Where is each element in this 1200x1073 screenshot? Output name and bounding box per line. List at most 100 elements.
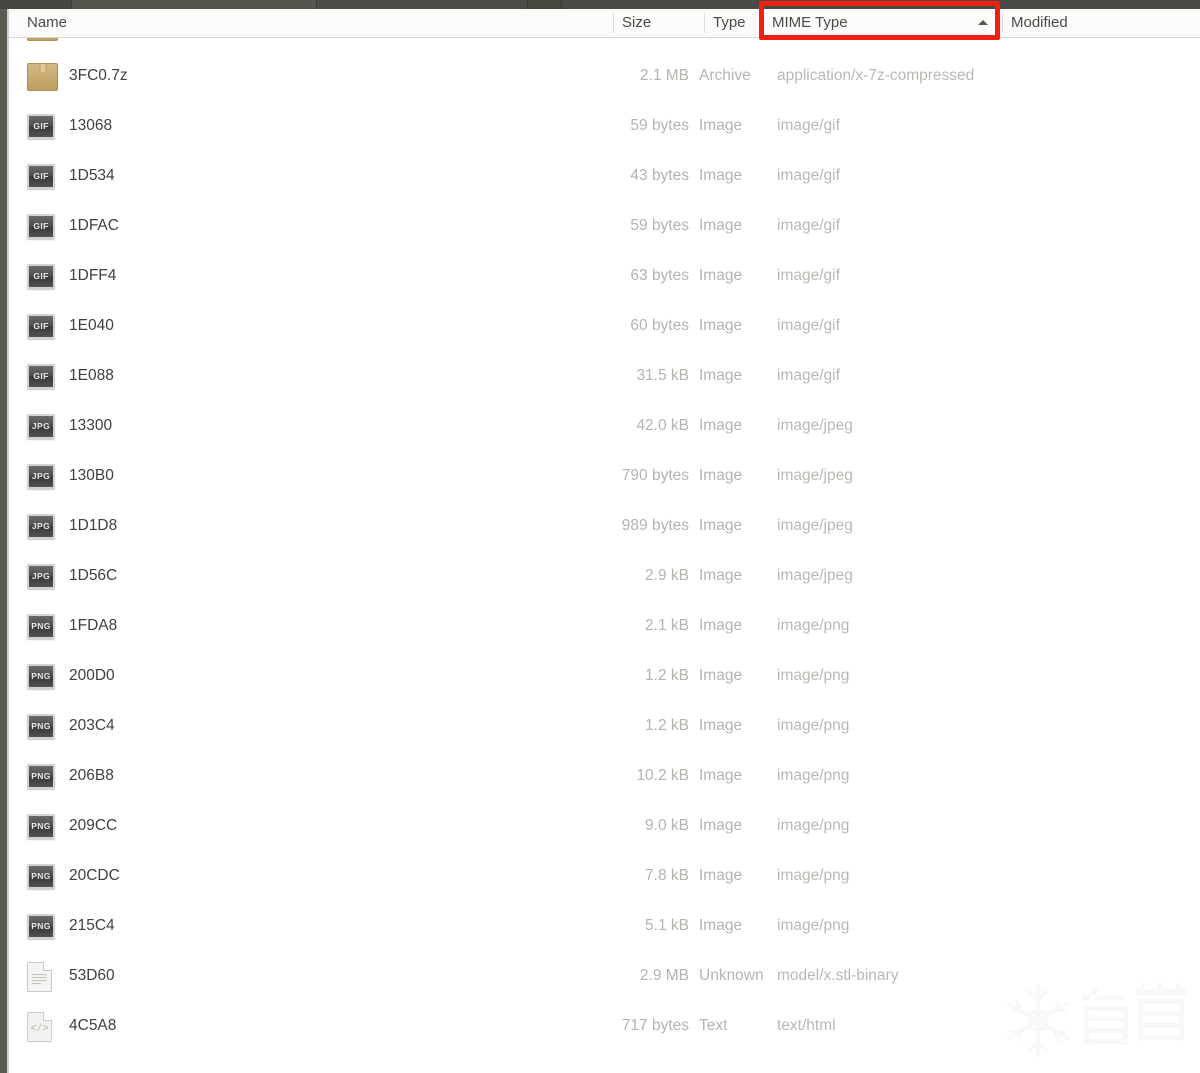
- file-row[interactable]: PNG 1FDA8 2.1 kB Image image/png: [9, 601, 1200, 651]
- file-size-cell: 717 bytes: [621, 1017, 689, 1034]
- file-mime-type-cell: image/png: [777, 717, 850, 734]
- file-type-cell: Image: [699, 367, 743, 384]
- file-name-cell: 209CC: [69, 817, 118, 834]
- chrome-segment: [317, 0, 528, 9]
- file-row[interactable]: GIF 1DFF4 63 bytes Image image/gif: [9, 251, 1200, 301]
- column-header-modified-label: Modified: [1011, 14, 1068, 31]
- file-row[interactable]: PNG 206B8 10.2 kB Image image/png: [9, 751, 1200, 801]
- file-mime-type-cell: image/png: [777, 767, 850, 784]
- file-row[interactable]: JPG 13300 42.0 kB Image image/jpeg: [9, 401, 1200, 451]
- file-list[interactable]: 2B2BC.7z1.9 MB Archive application/x-7z-co…: [9, 38, 1200, 1073]
- file-size-cell: 60 bytes: [630, 317, 689, 334]
- column-header-mime-type-label: MIME Type: [772, 14, 848, 31]
- file-name-cell: 206B8: [69, 767, 114, 784]
- file-size-cell: 2.9 kB: [645, 567, 689, 584]
- file-name-cell: 20CDC: [69, 867, 120, 884]
- file-mime-type-cell: model/x.stl-binary: [777, 967, 899, 984]
- column-header-type-label: Type: [713, 14, 746, 31]
- file-row[interactable]: </> 4C5A8 717 bytes Text text/html: [9, 1001, 1200, 1051]
- file-mime-type-cell: image/png: [777, 667, 850, 684]
- chrome-segment: [528, 0, 562, 9]
- file-size-cell: 2.1 kB: [645, 617, 689, 634]
- file-row[interactable]: 2B2BC.7z1.9 MB Archive application/x-7z-co…: [9, 38, 1200, 51]
- file-size-cell: 1.2 kB: [645, 667, 689, 684]
- file-row[interactable]: JPG 1D1D8 989 bytes Image image/jpeg: [9, 501, 1200, 551]
- file-row[interactable]: JPG 130B0 790 bytes Image image/jpeg: [9, 451, 1200, 501]
- column-header-name[interactable]: Name: [18, 9, 613, 37]
- file-mime-type-cell: image/gif: [777, 367, 840, 384]
- file-row[interactable]: PNG 209CC 9.0 kB Image image/png: [9, 801, 1200, 851]
- file-mime-type-cell: image/jpeg: [777, 517, 853, 534]
- file-row[interactable]: GIF 1D534 43 bytes Image image/gif: [9, 151, 1200, 201]
- file-type-cell: Unknown: [699, 967, 764, 984]
- file-type-cell: Image: [699, 217, 743, 234]
- file-row[interactable]: 53D60 2.9 MB Unknown model/x.stl-binary: [9, 951, 1200, 1001]
- file-mime-type-cell: image/jpeg: [777, 467, 853, 484]
- file-mime-type-cell: image/gif: [777, 317, 840, 334]
- file-name-cell: 130B0: [69, 467, 114, 484]
- file-size-cell: 10.2 kB: [636, 767, 689, 784]
- window-frame-left-inner: [7, 9, 9, 1073]
- file-type-cell: Image: [699, 917, 743, 934]
- file-mime-type-cell: text/html: [777, 1017, 836, 1034]
- column-header-size[interactable]: Size: [613, 9, 704, 37]
- file-name-cell: 1E088: [69, 367, 114, 384]
- file-mime-type-cell: image/gif: [777, 117, 840, 134]
- file-type-cell: Image: [699, 767, 743, 784]
- file-type-cell: Archive: [699, 38, 771, 51]
- file-type-cell: Image: [699, 617, 743, 634]
- file-name-cell: 13068: [69, 117, 113, 134]
- file-size-cell: 59 bytes: [630, 217, 689, 234]
- column-header-mime-type[interactable]: MIME Type: [763, 9, 1002, 37]
- file-mime-type-cell: image/gif: [777, 167, 840, 184]
- column-header-modified[interactable]: Modified: [1002, 9, 1200, 37]
- file-mime-type-cell: application/x-7z-compressed: [777, 67, 975, 84]
- file-size-cell: 2.1 MB: [639, 67, 689, 84]
- file-type-cell: Image: [699, 317, 743, 334]
- file-type-cell: Text: [699, 1017, 728, 1034]
- file-mime-type-cell: image/png: [777, 617, 850, 634]
- file-mime-type-cell: image/png: [777, 917, 850, 934]
- file-size-cell: 59 bytes: [630, 117, 689, 134]
- file-name-cell: 1D1D8: [69, 517, 118, 534]
- file-name-cell: 1D534: [69, 167, 115, 184]
- file-size-cell: 1.9 MB: [607, 38, 689, 51]
- file-mime-type-cell: image/jpeg: [777, 417, 853, 434]
- file-row[interactable]: PNG 20CDC 7.8 kB Image image/png: [9, 851, 1200, 901]
- file-type-cell: Image: [699, 467, 743, 484]
- file-row[interactable]: JPG 1D56C 2.9 kB Image image/jpeg: [9, 551, 1200, 601]
- column-header-size-label: Size: [622, 14, 652, 31]
- file-type-cell: Image: [699, 117, 743, 134]
- file-name-cell: 1FDA8: [69, 617, 118, 634]
- file-size-cell: 42.0 kB: [636, 417, 689, 434]
- column-header-row: Name Size Type MIME Type Modified: [9, 9, 1200, 38]
- file-type-cell: Image: [699, 667, 743, 684]
- file-size-cell: 31.5 kB: [636, 367, 689, 384]
- file-mime-type-cell: image/gif: [777, 267, 840, 284]
- file-row[interactable]: GIF 1E088 31.5 kB Image image/gif: [9, 351, 1200, 401]
- file-name-cell: 3FC0.7z: [69, 67, 128, 84]
- file-name-cell: 203C4: [69, 717, 115, 734]
- file-mime-type-cell: image/jpeg: [777, 567, 853, 584]
- file-size-cell: 790 bytes: [621, 467, 689, 484]
- file-row[interactable]: PNG 215C4 5.1 kB Image image/png: [9, 901, 1200, 951]
- file-size-cell: 43 bytes: [630, 167, 689, 184]
- file-size-cell: 2.9 MB: [639, 967, 689, 984]
- file-row[interactable]: PNG 200D0 1.2 kB Image image/png: [9, 651, 1200, 701]
- column-header-type[interactable]: Type: [704, 9, 763, 37]
- file-mime-type-cell: image/gif: [777, 217, 840, 234]
- file-row[interactable]: 3FC0.7z 2.1 MB Archive application/x-7z-com…: [9, 51, 1200, 101]
- file-name-cell: 1DFF4: [69, 267, 117, 284]
- file-row[interactable]: GIF 1DFAC 59 bytes Image image/gif: [9, 201, 1200, 251]
- file-row[interactable]: PNG 203C4 1.2 kB Image image/png: [9, 701, 1200, 751]
- file-row[interactable]: GIF 13068 59 bytes Image image/gif: [9, 101, 1200, 151]
- file-type-cell: Image: [699, 417, 743, 434]
- file-type-cell: Archive: [699, 67, 751, 84]
- file-type-cell: Image: [699, 867, 743, 884]
- file-name-cell: 200D0: [69, 667, 115, 684]
- file-name-cell: 2B2BC.7z: [27, 38, 607, 51]
- file-name-cell: 53D60: [69, 967, 115, 984]
- file-name-cell: 215C4: [69, 917, 115, 934]
- file-size-cell: 989 bytes: [621, 517, 689, 534]
- file-row[interactable]: GIF 1E040 60 bytes Image image/gif: [9, 301, 1200, 351]
